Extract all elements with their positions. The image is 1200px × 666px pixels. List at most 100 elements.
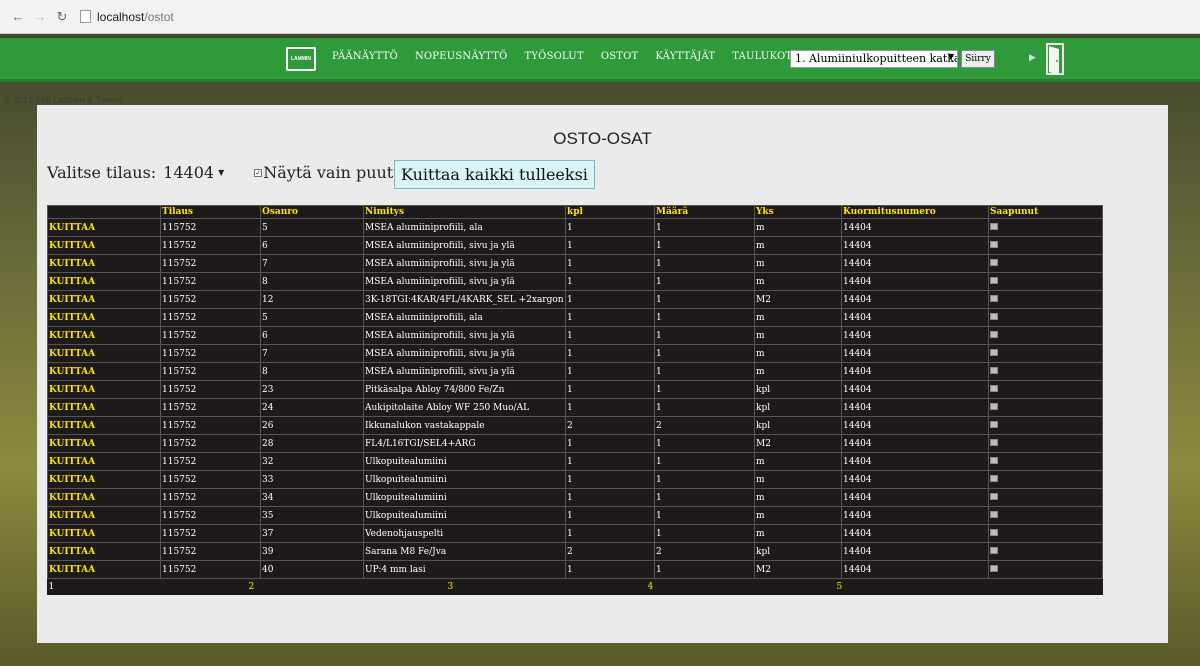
acknowledge-link[interactable]: KUITTAA xyxy=(47,380,161,399)
acknowledge-link[interactable]: KUITTAA xyxy=(47,308,161,327)
table-cell: 115752 xyxy=(160,470,261,489)
acknowledge-link[interactable]: KUITTAA xyxy=(47,398,161,417)
acknowledge-link[interactable]: KUITTAA xyxy=(47,560,161,579)
column-header: Osanro xyxy=(260,205,364,219)
nav-link-purchases[interactable]: OSTOT xyxy=(601,51,639,62)
table-cell: 115752 xyxy=(160,218,261,237)
acknowledge-link[interactable]: KUITTAA xyxy=(47,524,161,543)
acknowledge-link[interactable]: KUITTAA xyxy=(47,434,161,453)
page-link-2[interactable]: 2 xyxy=(160,578,364,595)
logout-door-icon[interactable] xyxy=(1044,42,1066,76)
arrived-checkbox[interactable] xyxy=(990,456,998,464)
arrived-checkbox[interactable] xyxy=(990,348,998,356)
page-link-3[interactable]: 3 xyxy=(363,578,566,595)
table-cell: 1 xyxy=(565,560,655,579)
nav-links: PÄÄNÄYTTÖ NOPEUSNÄYTTÖ TYÖSOLUT OSTOT KÄ… xyxy=(332,51,809,62)
table-cell: M2 xyxy=(754,290,842,309)
acknowledge-link[interactable]: KUITTAA xyxy=(47,506,161,525)
table-cell: 1 xyxy=(654,254,755,273)
table-cell: 115752 xyxy=(160,362,261,381)
acknowledge-link[interactable]: KUITTAA xyxy=(47,272,161,291)
table-row: KUITTAA 115752 40 UP:4 mm lasi 1 1 M2 14404 xyxy=(47,560,1103,579)
nav-link-main-view[interactable]: PÄÄNÄYTTÖ xyxy=(332,51,398,62)
acknowledge-link[interactable]: KUITTAA xyxy=(47,488,161,507)
table-cell: 1 xyxy=(654,236,755,255)
table-cell: 1 xyxy=(654,272,755,291)
arrived-checkbox[interactable] xyxy=(990,384,998,392)
nav-link-tables[interactable]: TAULUKOT xyxy=(732,51,792,62)
table-cell: 1 xyxy=(654,488,755,507)
acknowledge-all-button[interactable]: Kuittaa kaikki tulleeksi xyxy=(394,160,595,189)
address-bar[interactable]: localhost/ostot xyxy=(97,10,174,24)
table-row: KUITTAA 115752 5 MSEA alumiiniprofiili, ala… xyxy=(47,218,1103,237)
order-select[interactable]: 1. Alumiiniulkopuitteen katka ▼ xyxy=(790,50,958,68)
table-cell: 7 xyxy=(260,344,364,363)
arrived-checkbox[interactable] xyxy=(990,402,998,410)
table-row: KUITTAA 115752 28 FL4/L16TGI/SEL4+ARG 1 1 M2 14… xyxy=(47,434,1103,453)
table-cell: 115752 xyxy=(160,416,261,435)
order-select-value: 1. Alumiiniulkopuitteen katka xyxy=(795,52,958,65)
table-cell: 2 xyxy=(654,542,755,561)
acknowledge-link[interactable]: KUITTAA xyxy=(47,326,161,345)
acknowledge-link[interactable]: KUITTAA xyxy=(47,254,161,273)
table-cell: MSEA alumiiniprofiili, ala xyxy=(363,218,566,237)
arrived-checkbox[interactable] xyxy=(990,474,998,482)
reload-icon[interactable]: ↻ xyxy=(54,9,70,25)
table-cell: 115752 xyxy=(160,524,261,543)
acknowledge-link[interactable]: KUITTAA xyxy=(47,362,161,381)
missing-only-checkbox[interactable]: ✓ xyxy=(254,168,263,177)
arrived-checkbox[interactable] xyxy=(990,222,998,230)
arrived-checkbox[interactable] xyxy=(990,312,998,320)
table-cell: 14404 xyxy=(841,344,989,363)
acknowledge-link[interactable]: KUITTAA xyxy=(47,470,161,489)
table-cell: 1 xyxy=(565,362,655,381)
forward-arrow-icon[interactable]: → xyxy=(32,9,48,25)
table-cell: 1 xyxy=(565,326,655,345)
page-link-4[interactable]: 4 xyxy=(565,578,755,595)
acknowledge-link[interactable]: KUITTAA xyxy=(47,542,161,561)
table-cell: Ulkopuitealumiini xyxy=(363,488,566,507)
arrived-checkbox[interactable] xyxy=(990,366,998,374)
page-link-1[interactable]: 1 xyxy=(47,578,161,595)
arrived-checkbox[interactable] xyxy=(990,492,998,500)
arrived-checkbox[interactable] xyxy=(990,438,998,446)
order-dropdown[interactable]: 14404 ▼ xyxy=(161,163,226,182)
table-cell: 1 xyxy=(654,362,755,381)
acknowledge-link[interactable]: KUITTAA xyxy=(47,236,161,255)
arrived-checkbox[interactable] xyxy=(990,528,998,536)
table-cell: M2 xyxy=(754,560,842,579)
acknowledge-link[interactable]: KUITTAA xyxy=(47,344,161,363)
nav-link-work-cells[interactable]: TYÖSOLUT xyxy=(525,51,584,62)
page-link-5[interactable]: 5 xyxy=(754,578,989,595)
table-cell: 14404 xyxy=(841,524,989,543)
table-cell: 115752 xyxy=(160,506,261,525)
go-button[interactable]: Siirry xyxy=(961,50,995,68)
brand-logo[interactable]: LAMMIN xyxy=(286,47,316,71)
table-cell: 37 xyxy=(260,524,364,543)
table-cell: 1 xyxy=(654,560,755,579)
table-cell: 14404 xyxy=(841,398,989,417)
arrived-checkbox[interactable] xyxy=(990,240,998,248)
table-cell: 14404 xyxy=(841,272,989,291)
arrived-checkbox[interactable] xyxy=(990,258,998,266)
arrived-checkbox[interactable] xyxy=(990,276,998,284)
acknowledge-link[interactable]: KUITTAA xyxy=(47,290,161,309)
table-cell: MSEA alumiiniprofiili, ala xyxy=(363,308,566,327)
nav-link-speed-view[interactable]: NOPEUSNÄYTTÖ xyxy=(415,51,508,62)
back-arrow-icon[interactable]: ← xyxy=(10,9,26,25)
acknowledge-link[interactable]: KUITTAA xyxy=(47,218,161,237)
arrived-checkbox[interactable] xyxy=(990,330,998,338)
acknowledge-link[interactable]: KUITTAA xyxy=(47,416,161,435)
table-cell: m xyxy=(754,506,842,525)
acknowledge-link[interactable]: KUITTAA xyxy=(47,452,161,471)
arrived-checkbox[interactable] xyxy=(990,564,998,572)
nav-link-users[interactable]: KÄYTTÄJÄT xyxy=(655,51,715,62)
table-cell: 1 xyxy=(565,434,655,453)
arrived-checkbox[interactable] xyxy=(990,510,998,518)
table-cell: 115752 xyxy=(160,560,261,579)
arrived-checkbox[interactable] xyxy=(990,294,998,302)
table-cell: 1 xyxy=(654,434,755,453)
table-cell: 1 xyxy=(565,218,655,237)
arrived-checkbox[interactable] xyxy=(990,546,998,554)
arrived-checkbox[interactable] xyxy=(990,420,998,428)
